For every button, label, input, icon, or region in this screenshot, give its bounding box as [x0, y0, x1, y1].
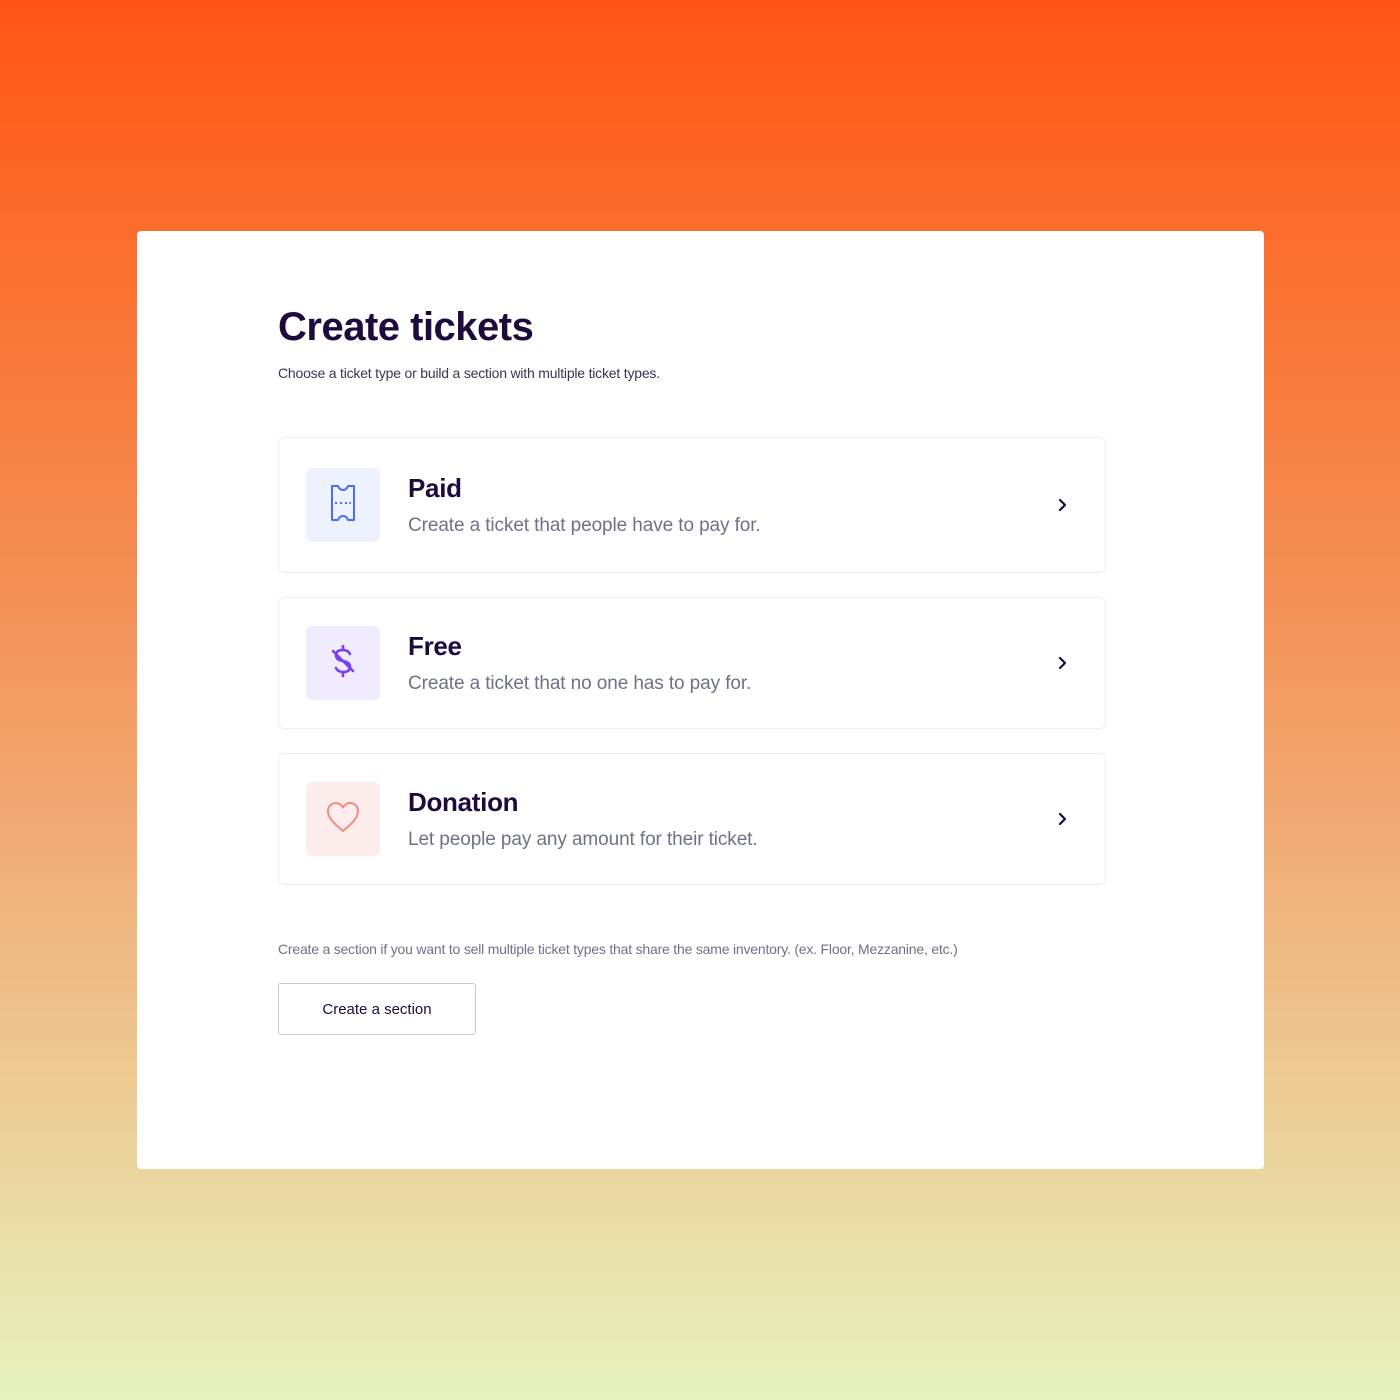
free-option-title: Free	[408, 631, 462, 662]
free-option-description: Create a ticket that no one has to pay f…	[408, 672, 752, 694]
donation-option-description: Let people pay any amount for their tick…	[408, 828, 758, 850]
create-tickets-panel: Create tickets Choose a ticket type or b…	[137, 231, 1264, 1169]
ticket-icon	[323, 482, 363, 529]
paid-option-description: Create a ticket that people have to pay …	[408, 514, 761, 536]
donation-option-text: Donation Let people pay any amount for t…	[408, 787, 758, 850]
donation-option-title: Donation	[408, 787, 519, 818]
page-subtitle: Choose a ticket type or build a section …	[278, 365, 660, 381]
paid-ticket-option[interactable]: Paid Create a ticket that people have to…	[278, 437, 1106, 573]
paid-option-title: Paid	[408, 473, 462, 504]
chevron-right-icon	[1055, 498, 1069, 512]
section-hint: Create a section if you want to sell mul…	[278, 941, 958, 957]
paid-icon-box	[306, 468, 380, 542]
free-option-text: Free Create a ticket that no one has to …	[408, 631, 751, 694]
donation-icon-box	[306, 782, 380, 856]
ticket-type-options: Paid Create a ticket that people have to…	[278, 437, 1108, 885]
chevron-right-icon	[1055, 656, 1069, 670]
panel-content: Create tickets Choose a ticket type or b…	[278, 303, 1108, 1035]
no-dollar-icon	[323, 641, 363, 686]
free-icon-box	[306, 626, 380, 700]
donation-ticket-option[interactable]: Donation Let people pay any amount for t…	[278, 753, 1106, 885]
page-title: Create tickets	[278, 305, 534, 349]
create-section-button[interactable]: Create a section	[278, 983, 476, 1035]
free-ticket-option[interactable]: Free Create a ticket that no one has to …	[278, 597, 1106, 729]
paid-option-text: Paid Create a ticket that people have to…	[408, 473, 761, 536]
heart-icon	[322, 797, 364, 842]
chevron-right-icon	[1055, 812, 1069, 826]
